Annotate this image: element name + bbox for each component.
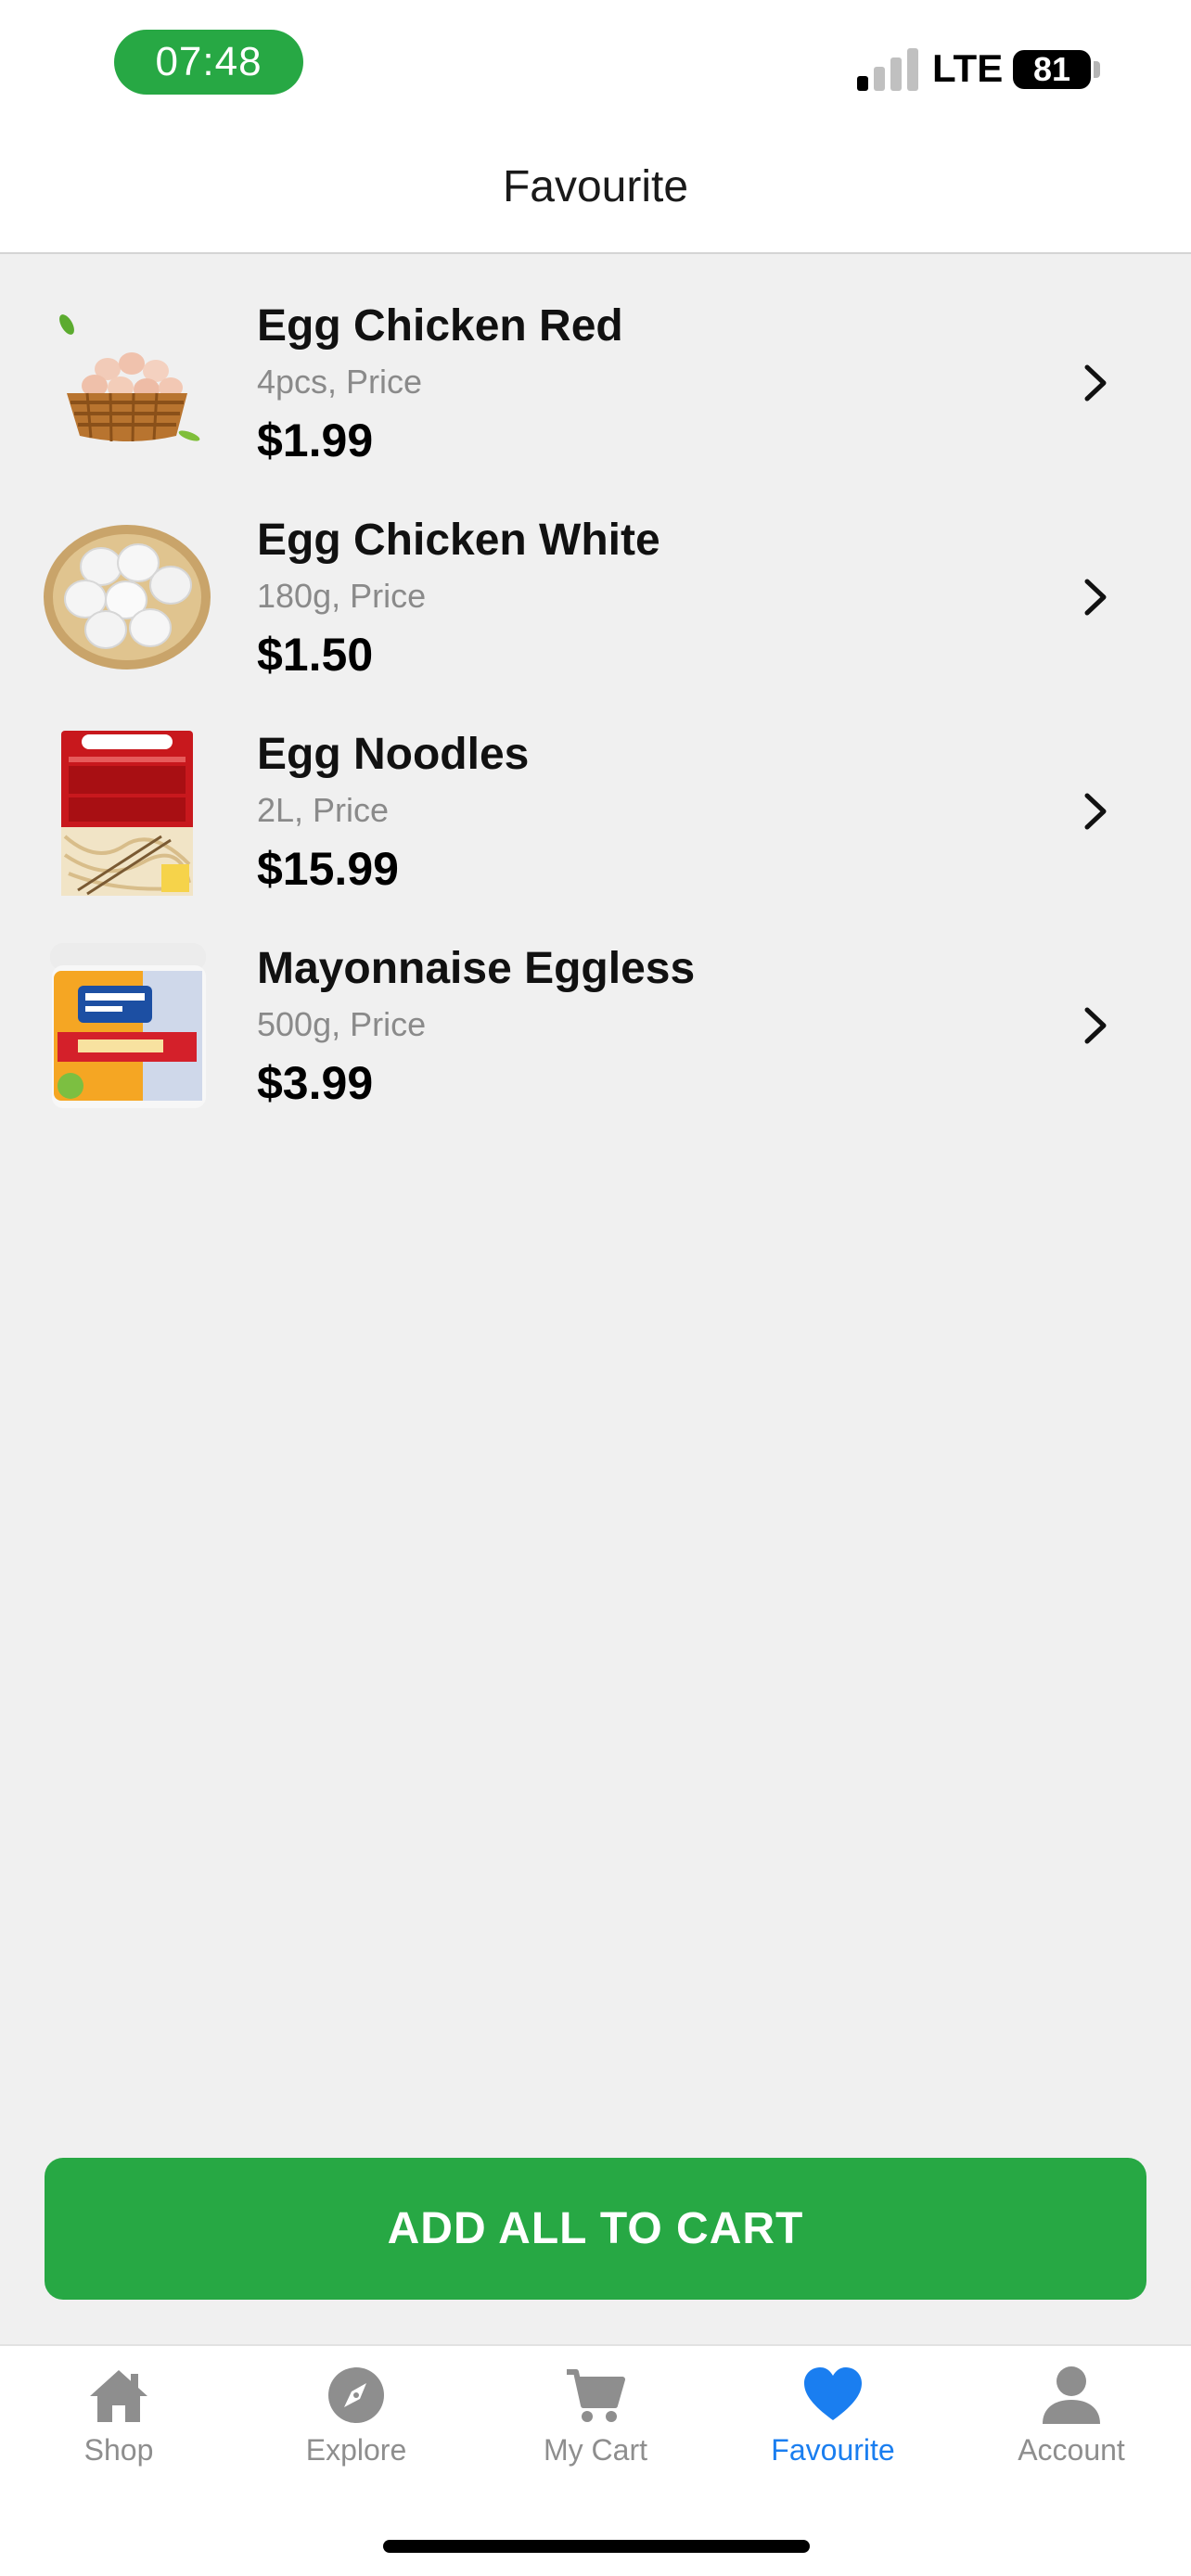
item-name: Egg Chicken Red	[257, 301, 623, 351]
tab-label: Shop	[83, 2433, 154, 2467]
tab-label: My Cart	[544, 2433, 647, 2467]
user-icon	[1043, 2366, 1100, 2424]
tab-my-cart[interactable]: My Cart	[503, 2363, 688, 2483]
status-time: 07:48	[114, 30, 303, 95]
item-price: $15.99	[257, 843, 399, 895]
tab-shop[interactable]: Shop	[26, 2363, 211, 2483]
list-item[interactable]: Egg Chicken Red 4pcs, Price $1.99	[0, 256, 1191, 470]
chevron-right-icon[interactable]	[1076, 788, 1113, 835]
item-description: 500g, Price	[257, 1005, 427, 1043]
tab-favourite[interactable]: Favourite	[740, 2363, 926, 2483]
list-item[interactable]: Mayonnaise Eggless 500g, Price $3.99	[0, 899, 1191, 1113]
chevron-right-icon[interactable]	[1076, 1002, 1113, 1049]
item-price: $3.99	[257, 1057, 374, 1109]
battery-level: 81	[1013, 50, 1091, 89]
tab-account[interactable]: Account	[979, 2363, 1164, 2483]
mayonnaise-jar-image	[50, 943, 206, 1108]
item-price: $1.50	[257, 629, 374, 681]
signal-strength-icon	[855, 48, 920, 91]
chevron-right-icon[interactable]	[1076, 360, 1113, 406]
eggs-in-basket-image	[59, 314, 200, 442]
add-all-to-cart-button[interactable]: ADD ALL TO CART	[45, 2158, 1146, 2300]
compass-icon	[328, 2367, 384, 2423]
home-icon	[90, 2370, 147, 2422]
tab-explore[interactable]: Explore	[263, 2363, 449, 2483]
home-indicator[interactable]	[383, 2540, 810, 2553]
item-name: Mayonnaise Eggless	[257, 944, 696, 993]
item-name: Egg Chicken White	[257, 516, 660, 565]
page-header: Favourite	[0, 130, 1191, 254]
item-description: 180g, Price	[257, 577, 427, 615]
item-name: Egg Noodles	[257, 730, 530, 779]
heart-icon	[804, 2367, 862, 2420]
item-price: $1.99	[257, 414, 374, 466]
list-item[interactable]: Egg Noodles 2L, Price $15.99	[0, 684, 1191, 899]
favourite-list: Egg Chicken Red 4pcs, Price $1.99 Egg Ch…	[0, 256, 1191, 1113]
egg-noodles-pack-image	[61, 731, 193, 896]
white-eggs-bowl-image	[44, 525, 211, 670]
cart-icon	[567, 2369, 625, 2422]
tab-label: Explore	[305, 2433, 407, 2467]
item-description: 4pcs, Price	[257, 363, 423, 401]
tab-label: Account	[1018, 2433, 1125, 2467]
tab-label: Favourite	[771, 2433, 895, 2467]
battery-tip-icon	[1094, 61, 1100, 78]
item-description: 2L, Price	[257, 791, 390, 829]
page-title: Favourite	[502, 162, 689, 211]
network-type: LTE	[932, 46, 1004, 90]
status-bar: 07:48 LTE 81	[0, 0, 1191, 130]
list-item[interactable]: Egg Chicken White 180g, Price $1.50	[0, 470, 1191, 684]
chevron-right-icon[interactable]	[1076, 574, 1113, 620]
